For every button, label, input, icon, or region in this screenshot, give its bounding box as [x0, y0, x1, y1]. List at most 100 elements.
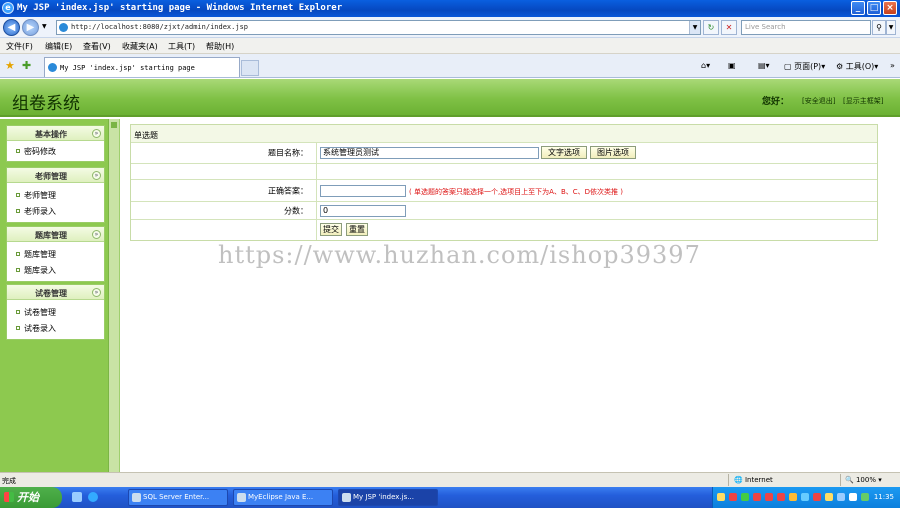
panel-title: 题库管理 [35, 231, 67, 240]
tray-icon[interactable] [849, 493, 857, 501]
label-cell: 分数： [131, 202, 317, 219]
collapse-icon[interactable]: » [92, 129, 101, 138]
internet-zone: 🌐 Internet [734, 476, 773, 484]
home-icon[interactable]: ⌂▾ [701, 61, 710, 70]
address-dropdown-icon[interactable]: ▼ [689, 21, 700, 34]
reset-button[interactable]: 重置 [346, 223, 368, 236]
question-form: 单选题 题目名称： 系统管理员测试 文字选项 图片选项 正确答案： ( 单选题的… [130, 124, 878, 241]
task-myeclipse[interactable]: MyEclipse Java E... [233, 489, 333, 506]
task-app-icon [237, 493, 246, 502]
score-input[interactable]: 0 [320, 205, 406, 217]
panel-header[interactable]: 基本操作 » [7, 126, 104, 141]
sidebar-splitter[interactable] [108, 119, 120, 472]
tray-icon[interactable] [729, 493, 737, 501]
menu-help[interactable]: 帮助(H) [206, 41, 234, 52]
tray-icon[interactable] [777, 493, 785, 501]
close-button[interactable]: × [883, 1, 897, 15]
menu-file[interactable]: 文件(F) [6, 41, 33, 52]
app-header: 组卷系统 您好： [安全退出] [显示主框架] [0, 79, 900, 117]
sidebar-item-change-password[interactable]: 密码修改 [7, 143, 104, 159]
tray-icon[interactable] [789, 493, 797, 501]
menu-edit[interactable]: 编辑(E) [45, 41, 72, 52]
submit-button[interactable]: 提交 [320, 223, 342, 236]
label-question-name: 题目名称： [268, 148, 308, 158]
form-title-bar: 单选题 [131, 125, 877, 143]
tray-icon[interactable] [765, 493, 773, 501]
image-option-button[interactable]: 图片选项 [590, 146, 636, 159]
tray-icon[interactable] [813, 493, 821, 501]
panel-header[interactable]: 题库管理 » [7, 227, 104, 242]
page-menu-label: 页面(P) [794, 62, 822, 71]
tray-icon[interactable] [801, 493, 809, 501]
search-options-icon[interactable]: ▼ [886, 20, 896, 35]
favorites-star-icon[interactable]: ★ [5, 59, 15, 72]
tray-icon[interactable] [837, 493, 845, 501]
tray-icon[interactable] [861, 493, 869, 501]
menu-bar: 文件(F) 编辑(E) 查看(V) 收藏夹(A) 工具(T) 帮助(H) [0, 38, 900, 54]
tray-icon[interactable] [825, 493, 833, 501]
minimize-button[interactable]: _ [851, 1, 865, 15]
maximize-button[interactable]: □ [867, 1, 881, 15]
collapse-icon[interactable]: » [92, 171, 101, 180]
sidebar-panel-papers: 试卷管理 » 试卷管理 试卷录入 [6, 284, 105, 340]
window-titlebar: e My JSP 'index.jsp' starting page - Win… [0, 0, 900, 17]
search-icon[interactable]: ⚲ [872, 20, 886, 35]
start-button[interactable]: 开始 [0, 487, 62, 508]
zoom-level[interactable]: 🔍 100% ▾ [845, 476, 882, 484]
address-bar[interactable]: http://localhost:8080/zjxt/admin/index.j… [56, 20, 701, 35]
status-bar: 完成 🌐 Internet 🔍 100% ▾ [0, 472, 900, 487]
label-cell: 正确答案： [131, 180, 317, 201]
tools-menu-button[interactable]: ⚙ 工具(O)▾ [836, 61, 878, 72]
system-tray: 11:35 [712, 487, 900, 508]
zone-label: Internet [744, 476, 773, 484]
history-dropdown-icon[interactable]: ▼ [42, 23, 47, 30]
page-menu-button[interactable]: ▢ 页面(P)▾ [784, 61, 825, 72]
question-name-input[interactable]: 系统管理员测试 [320, 147, 539, 159]
sidebar-item-bank-manage[interactable]: 题库管理 [7, 246, 104, 262]
sidebar-item-paper-manage[interactable]: 试卷管理 [7, 304, 104, 320]
bullet-icon [16, 209, 20, 213]
address-text[interactable]: http://localhost:8080/zjxt/admin/index.j… [71, 23, 248, 31]
show-desktop-icon[interactable] [72, 492, 82, 502]
panel-header[interactable]: 试卷管理 » [7, 285, 104, 300]
search-input[interactable]: Live Search [741, 20, 871, 35]
address-row: ◀ ▶ ▼ http://localhost:8080/zjxt/admin/i… [0, 17, 900, 38]
tray-icon[interactable] [753, 493, 761, 501]
menu-tools[interactable]: 工具(T) [168, 41, 195, 52]
splitter-toggle-icon[interactable] [111, 122, 117, 128]
collapse-icon[interactable]: » [92, 288, 101, 297]
sidebar-item-teacher-manage[interactable]: 老师管理 [7, 187, 104, 203]
task-sql-server[interactable]: SQL Server Enter... [128, 489, 228, 506]
forward-button[interactable]: ▶ [22, 19, 39, 36]
label-cell: 题目名称： [131, 143, 317, 163]
text-option-button[interactable]: 文字选项 [541, 146, 587, 159]
clock[interactable]: 11:35 [874, 493, 894, 501]
tab-index-jsp[interactable]: My JSP 'index.jsp' starting page [44, 57, 240, 77]
tray-icon[interactable] [717, 493, 725, 501]
task-app-icon [132, 493, 141, 502]
logout-link[interactable]: [安全退出] [802, 96, 835, 106]
panel-header[interactable]: 老师管理 » [7, 168, 104, 183]
correct-answer-input[interactable] [320, 185, 406, 197]
collapse-icon[interactable]: » [92, 230, 101, 239]
tray-icon[interactable] [741, 493, 749, 501]
add-favorite-icon[interactable]: ✚ [22, 59, 31, 72]
task-label: SQL Server Enter... [143, 493, 210, 501]
show-main-frame-link[interactable]: [显示主框架] [843, 96, 883, 106]
sidebar-item-paper-entry[interactable]: 试卷录入 [7, 320, 104, 336]
refresh-icon[interactable]: ↻ [703, 20, 719, 35]
sidebar-item-bank-entry[interactable]: 题库录入 [7, 262, 104, 278]
menu-view[interactable]: 查看(V) [83, 41, 111, 52]
form-title: 单选题 [134, 131, 158, 140]
back-button[interactable]: ◀ [3, 19, 20, 36]
menu-favorites[interactable]: 收藏夹(A) [122, 41, 158, 52]
more-commands-icon[interactable]: » [890, 61, 895, 70]
feeds-icon[interactable]: ▣ [728, 61, 736, 70]
task-ie-window[interactable]: My JSP 'index.js... [338, 489, 438, 506]
quicklaunch-ie-icon[interactable] [88, 492, 98, 502]
sidebar-item-teacher-entry[interactable]: 老师录入 [7, 203, 104, 219]
print-icon[interactable]: ▤▾ [758, 61, 770, 70]
stop-icon[interactable]: ✕ [721, 20, 737, 35]
greeting-text: 您好： [762, 97, 790, 107]
new-tab-button[interactable] [241, 60, 259, 76]
